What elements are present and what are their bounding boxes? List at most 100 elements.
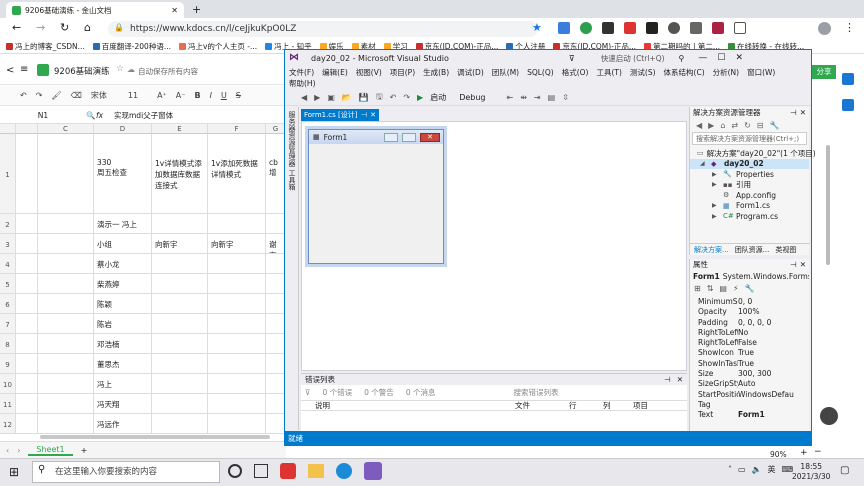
save-all-icon[interactable]: 🖫 [376, 91, 383, 105]
sol-sync-icon[interactable]: ⇄ [731, 121, 738, 130]
bookmark-item[interactable]: 冯上v的个人主页 -... [178, 41, 257, 52]
menu-item[interactable]: 测试(S) [630, 67, 656, 78]
solution-search[interactable]: 搜索解决方案资源管理器(Ctrl+;) [692, 132, 807, 145]
prev-sheet-icon[interactable]: ‹ [6, 446, 9, 455]
cell-g[interactable] [266, 294, 286, 314]
menu-item[interactable]: SQL(Q) [527, 68, 554, 77]
maximize-button[interactable]: ☐ [717, 53, 725, 63]
menu-item[interactable]: 文件(F) [289, 67, 314, 78]
cell-c[interactable] [38, 254, 94, 274]
property-value[interactable]: True [738, 348, 809, 358]
tree-item[interactable]: ▭ 解决方案"day20_02"(1 个项目) [690, 148, 816, 159]
reload-icon[interactable]: ↻ [60, 21, 69, 34]
quick-launch[interactable]: 快速启动 (Ctrl+Q) [601, 53, 665, 64]
cell-c[interactable] [38, 334, 94, 354]
undo-icon[interactable]: ↶ [20, 91, 27, 100]
star-icon[interactable]: ★ [532, 21, 542, 34]
sol-collapse-icon[interactable]: ⊟ [757, 121, 764, 130]
bold-icon[interactable]: B [194, 91, 200, 100]
horizontal-scrollbar[interactable] [40, 435, 270, 439]
menu-item[interactable]: 体系结构(C) [664, 67, 705, 78]
cell-b[interactable] [16, 374, 38, 394]
col-line[interactable]: 行 [569, 400, 603, 411]
warnings-filter[interactable]: 0 个警告 [364, 387, 394, 398]
windows-start-icon[interactable]: ⊞ [9, 465, 19, 479]
undo-vs-icon[interactable]: ↶ [390, 93, 397, 102]
back-nav-icon[interactable]: ◀ [301, 93, 307, 102]
row-header[interactable]: 9 [0, 354, 16, 374]
tree-item[interactable]: ◢ ◆ day20_02 [690, 158, 809, 169]
events-icon[interactable]: ⚡ [733, 284, 739, 293]
errlist-filter-icon[interactable]: ⊽ [305, 388, 311, 397]
forward-nav-icon[interactable]: ▶ [314, 93, 320, 102]
sheet-tab[interactable]: Sheet1 [28, 445, 73, 456]
redo-vs-icon[interactable]: ↷ [403, 93, 410, 102]
extension-copy-icon[interactable] [690, 22, 702, 34]
cell-b[interactable] [16, 294, 38, 314]
align-right-icon[interactable]: ⇥ [534, 93, 541, 102]
cell-f[interactable] [208, 394, 266, 414]
property-value[interactable]: True [738, 359, 809, 369]
menu-item[interactable]: 调试(D) [457, 67, 484, 78]
formula-input[interactable]: 实现mdi父子窗体 [110, 110, 173, 121]
form-maximize-icon[interactable] [402, 132, 416, 142]
cell-f[interactable] [208, 214, 266, 234]
decrease-font-icon[interactable]: A⁻ [176, 91, 186, 100]
menu-item[interactable]: 格式(O) [562, 67, 589, 78]
row-header[interactable]: 7 [0, 314, 16, 334]
cell-b[interactable] [16, 414, 38, 434]
extension-video-icon[interactable] [646, 22, 658, 34]
config-select[interactable]: Debug [459, 93, 485, 102]
start-icon[interactable]: ▶ [417, 93, 423, 102]
strikethrough-icon[interactable]: S [236, 91, 241, 100]
form1-window[interactable]: ▦ Form1 ✕ [308, 129, 444, 264]
extension-puzzle-icon[interactable] [734, 22, 746, 34]
cell-d[interactable]: 330 周五检查 [94, 134, 152, 214]
underline-icon[interactable]: U [221, 91, 227, 100]
network-icon[interactable]: ▭ [738, 465, 746, 474]
browser-tab[interactable]: 9206基础演练 - 金山文档 ✕ [6, 2, 184, 18]
property-pages-icon[interactable]: 🔧 [745, 284, 755, 293]
cell-b[interactable] [16, 234, 38, 254]
taskbar-search-input[interactable]: 在这里输入你要搜索的内容 [32, 461, 220, 483]
property-row[interactable]: SizeGripStyleAuto [690, 379, 809, 389]
cell-c[interactable] [38, 394, 94, 414]
menu-item[interactable]: 项目(P) [390, 67, 415, 78]
messages-filter[interactable]: 0 个消息 [406, 387, 436, 398]
cell-b[interactable] [16, 134, 38, 214]
col-header-b[interactable] [16, 124, 38, 134]
expand-arrow-icon[interactable]: ▶ [712, 213, 720, 220]
font-size-select[interactable]: 11 [128, 91, 138, 100]
menu-kebab-icon[interactable]: ⋮ [844, 21, 855, 34]
expand-arrow-icon[interactable]: ▶ [712, 171, 720, 178]
cell-g[interactable] [266, 334, 286, 354]
props-close-icon[interactable]: ✕ [800, 260, 806, 269]
extension-red-icon[interactable] [624, 22, 636, 34]
visual-studio-taskbar-icon[interactable] [364, 462, 382, 480]
property-value[interactable] [738, 400, 809, 410]
sol-home-icon[interactable]: ⌂ [720, 121, 725, 130]
row-header[interactable]: 2 [0, 214, 16, 234]
cell-d[interactable]: 蔡小龙 [94, 254, 152, 274]
open-icon[interactable]: 📂 [342, 93, 352, 102]
errors-filter[interactable]: 0 个错误 [323, 387, 353, 398]
extension-cat-icon[interactable] [668, 22, 680, 34]
cell-d[interactable]: 演示一 冯上 [94, 214, 152, 234]
volume-icon[interactable]: 🔈 [752, 465, 762, 474]
menu-help[interactable]: 帮助(H) [289, 79, 316, 88]
zoom-out-icon[interactable]: − [814, 447, 822, 457]
cell-g[interactable] [266, 254, 286, 274]
bookmark-item[interactable]: 百度翻译-200种语... [92, 41, 171, 52]
cell-e[interactable] [152, 334, 208, 354]
cell-e[interactable] [152, 274, 208, 294]
cell-d[interactable]: 陈颖 [94, 294, 152, 314]
property-row[interactable]: ShowIcon True [690, 348, 809, 358]
share-button[interactable]: 分享 [812, 65, 836, 79]
property-value[interactable]: 300, 300 [738, 369, 809, 379]
row-header[interactable]: 11 [0, 394, 16, 414]
errlist-pin-icon[interactable]: ⊣ [664, 375, 671, 384]
categorized-icon[interactable]: ⊞ [694, 284, 701, 293]
cell-b[interactable] [16, 274, 38, 294]
sol-forward-icon[interactable]: ▶ [708, 121, 714, 130]
cell-c[interactable] [38, 214, 94, 234]
